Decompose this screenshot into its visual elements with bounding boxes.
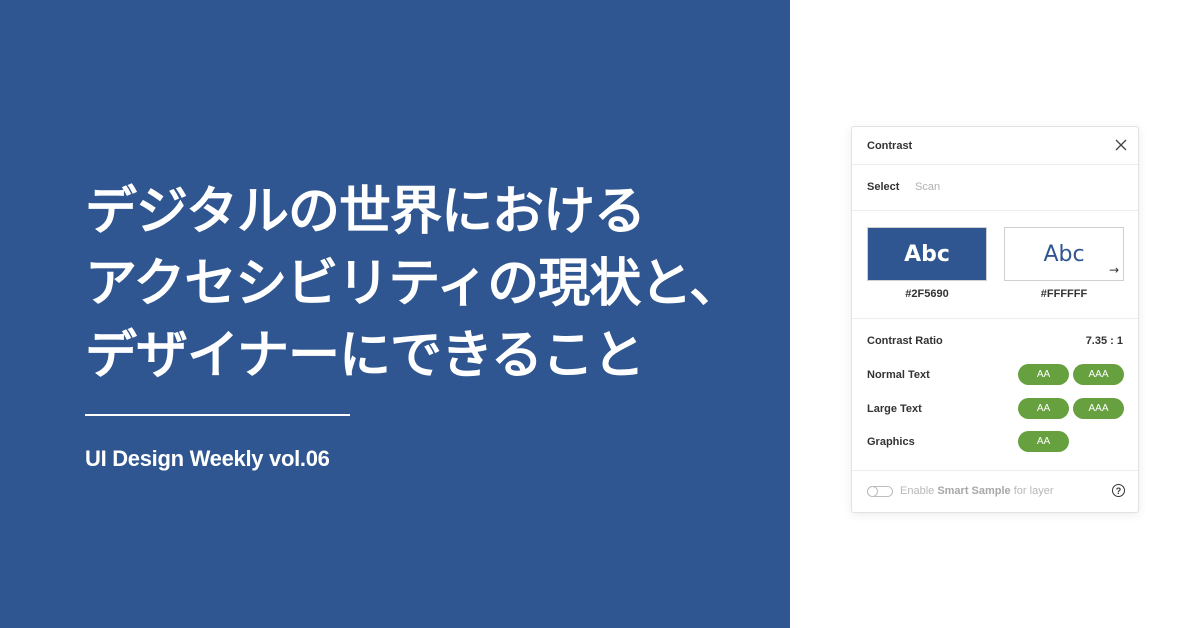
foreground-swatch[interactable]: Abc → bbox=[1004, 227, 1124, 281]
result-row-normal-text: Normal Text AA AAA bbox=[867, 364, 1124, 386]
smart-sample-toggle[interactable] bbox=[867, 486, 893, 497]
pass-badge-aa: AA bbox=[1018, 364, 1069, 385]
contrast-ratio-value: 7.35 : 1 bbox=[1085, 335, 1123, 347]
result-label: Graphics bbox=[867, 436, 915, 448]
pass-badge-aa: AA bbox=[1018, 431, 1069, 452]
subtitle: UI Design Weekly vol.06 bbox=[85, 446, 330, 471]
tab-scan[interactable]: Scan bbox=[915, 181, 940, 193]
contrast-panel: Contrast Select Scan Abc Abc → #2F5690 #… bbox=[851, 126, 1139, 513]
headline-line-2: アクセシビリティの現状と、 bbox=[85, 254, 741, 314]
pass-badge-aaa: AAA bbox=[1073, 364, 1124, 385]
background-hex: #2F5690 bbox=[905, 288, 949, 300]
smart-sample-label: Enable Smart Sample for layer bbox=[900, 485, 1053, 497]
contrast-results: Contrast Ratio 7.35 : 1 Normal Text AA A… bbox=[852, 319, 1138, 471]
banner-background: デジタルの世界における アクセシビリティの現状と、 デザイナーにできること UI… bbox=[0, 0, 790, 628]
badge-group: AA AAA bbox=[1018, 364, 1124, 385]
contrast-ratio-label: Contrast Ratio bbox=[867, 335, 943, 347]
divider bbox=[85, 414, 350, 416]
pass-badge-aaa: AAA bbox=[1073, 398, 1124, 419]
result-row-large-text: Large Text AA AAA bbox=[867, 398, 1124, 420]
footer-prefix: Enable bbox=[900, 485, 938, 497]
headline-line-3: デザイナーにできること bbox=[85, 326, 645, 386]
panel-footer: Enable Smart Sample for layer ? bbox=[852, 471, 1138, 511]
swap-arrow-icon[interactable]: → bbox=[1109, 263, 1119, 277]
headline-line-1: デジタルの世界における bbox=[85, 182, 646, 242]
foreground-sample-text: Abc bbox=[1043, 241, 1085, 267]
color-swatches: Abc Abc → #2F5690 #FFFFFF bbox=[852, 211, 1138, 319]
footer-bold: Smart Sample bbox=[937, 485, 1011, 497]
badge-group: AA bbox=[1018, 431, 1069, 452]
panel-tabs: Select Scan bbox=[852, 165, 1138, 211]
footer-suffix: for layer bbox=[1010, 485, 1054, 497]
panel-title: Contrast bbox=[867, 140, 913, 152]
badge-group: AA AAA bbox=[1018, 398, 1124, 419]
background-swatch[interactable]: Abc bbox=[867, 227, 987, 281]
close-icon[interactable] bbox=[1114, 138, 1128, 152]
tab-select[interactable]: Select bbox=[867, 181, 899, 193]
help-icon[interactable]: ? bbox=[1112, 484, 1125, 497]
background-sample-text: Abc bbox=[904, 241, 950, 267]
pass-badge-aa: AA bbox=[1018, 398, 1069, 419]
contrast-ratio-row: Contrast Ratio 7.35 : 1 bbox=[867, 330, 1123, 352]
result-row-graphics: Graphics AA bbox=[867, 431, 1123, 453]
headline: デジタルの世界における アクセシビリティの現状と、 デザイナーにできること bbox=[85, 176, 741, 392]
panel-header: Contrast bbox=[852, 127, 1138, 165]
foreground-hex: #FFFFFF bbox=[1040, 288, 1088, 300]
